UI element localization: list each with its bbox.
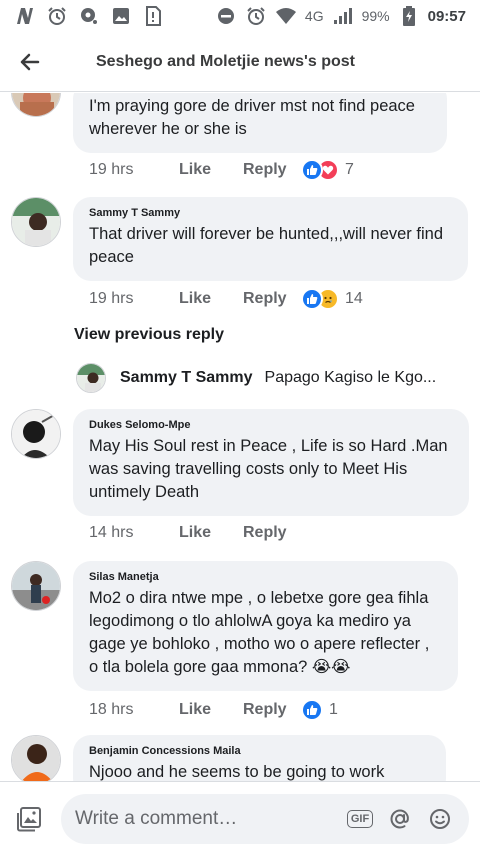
location-icon (78, 5, 100, 27)
comment-time[interactable]: 19 hrs (89, 161, 179, 179)
n-app-icon (14, 5, 36, 27)
status-bar: 4G 99% 09:57 (0, 0, 480, 32)
reply-snippet: Papago Kagiso le Kgo... (264, 369, 437, 386)
gallery-icon (110, 5, 132, 27)
battery-charging-icon (398, 5, 420, 27)
page-title: Seshego and Moletjie news's post (96, 52, 355, 70)
comment-text: May His Soul rest in Peace , Life is so … (89, 437, 448, 501)
comment-time[interactable]: 14 hrs (89, 524, 179, 542)
alarm-icon (245, 5, 267, 27)
reply-button[interactable]: Reply (243, 161, 301, 179)
comment-text: I'm praying gore de driver mst not find … (89, 97, 415, 138)
post-header: Seshego and Moletjie news's post (0, 32, 480, 92)
do-not-disturb-icon (215, 5, 237, 27)
like-button[interactable]: Like (179, 524, 243, 542)
comment-author[interactable]: Silas Manetja (89, 571, 442, 583)
gif-button[interactable]: GIF (346, 806, 374, 832)
reply-preview[interactable]: Sammy T Sammy Papago Kagiso le Kgo... (76, 363, 456, 393)
wifi-icon (275, 5, 297, 27)
comment-text: Mo2 o dira ntwe mpe , o lebetxe gore gea… (89, 589, 430, 676)
gif-icon: GIF (346, 810, 374, 828)
comment-text: That driver will forever be hunted,,,wil… (89, 225, 443, 266)
comments-list[interactable]: I'm praying gore de driver mst not find … (0, 93, 480, 781)
comment-time[interactable]: 19 hrs (89, 290, 179, 308)
alarm-icon (46, 5, 68, 27)
clock: 09:57 (427, 7, 466, 25)
avatar[interactable] (76, 363, 106, 393)
reply-button[interactable]: Reply (243, 524, 301, 542)
battery-percent: 99% (361, 8, 390, 24)
view-previous-reply-link[interactable]: View previous reply (74, 326, 224, 344)
comment-meta: 19 hrs Like Reply 14 (89, 288, 363, 310)
mention-icon[interactable] (387, 806, 413, 832)
like-reaction-icon (301, 699, 323, 721)
comment-author[interactable]: Sammy T Sammy (89, 207, 452, 219)
reply-button[interactable]: Reply (243, 701, 301, 719)
avatar[interactable] (11, 197, 61, 247)
reaction-count: 14 (345, 290, 363, 307)
photo-button[interactable] (14, 804, 44, 834)
comment-bubble[interactable]: Benjamin Concessions Maila Njooo and he … (73, 735, 446, 781)
like-button[interactable]: Like (179, 290, 243, 308)
comment-bubble[interactable]: Silas Manetja Mo2 o dira ntwe mpe , o le… (73, 561, 458, 691)
back-arrow-icon (20, 53, 40, 70)
back-button[interactable] (0, 32, 60, 92)
signal-icon (332, 5, 354, 27)
reply-author[interactable]: Sammy T Sammy (120, 369, 253, 387)
like-button[interactable]: Like (179, 161, 243, 179)
photo-icon (17, 807, 41, 832)
network-type: 4G (304, 8, 324, 24)
comment-meta: 14 hrs Like Reply (89, 524, 301, 542)
reply-button[interactable]: Reply (243, 290, 301, 308)
reaction-count: 1 (329, 701, 338, 718)
like-reaction-icon (301, 288, 323, 310)
comment-time[interactable]: 18 hrs (89, 701, 179, 719)
emoji-icon[interactable] (427, 806, 453, 832)
avatar[interactable] (11, 93, 61, 117)
comment-meta: 19 hrs Like Reply 7 (89, 159, 354, 181)
avatar[interactable] (11, 735, 61, 781)
avatar[interactable] (11, 409, 61, 459)
comment-meta: 18 hrs Like Reply 1 (89, 699, 338, 721)
avatar[interactable] (11, 561, 61, 611)
comment-bubble[interactable]: I'm praying gore de driver mst not find … (73, 93, 447, 153)
reaction-count: 7 (345, 161, 354, 178)
comment-input-wrapper[interactable]: GIF (61, 794, 469, 844)
comment-author[interactable]: Dukes Selomo-Mpe (89, 419, 453, 431)
like-button[interactable]: Like (179, 701, 243, 719)
comment-text: Njooo and he seems to be going to work (89, 763, 385, 781)
comment-bubble[interactable]: Dukes Selomo-Mpe May His Soul rest in Pe… (73, 409, 469, 516)
reactions[interactable]: 7 (301, 159, 354, 181)
like-reaction-icon (301, 159, 323, 181)
comment-author[interactable]: Benjamin Concessions Maila (89, 745, 430, 757)
comment-input[interactable] (75, 808, 335, 830)
comment-bubble[interactable]: Sammy T Sammy That driver will forever b… (73, 197, 468, 281)
comment-composer: GIF (0, 781, 480, 854)
sim-card-icon (142, 5, 164, 27)
reactions[interactable]: 14 (301, 288, 363, 310)
reactions[interactable]: 1 (301, 699, 338, 721)
